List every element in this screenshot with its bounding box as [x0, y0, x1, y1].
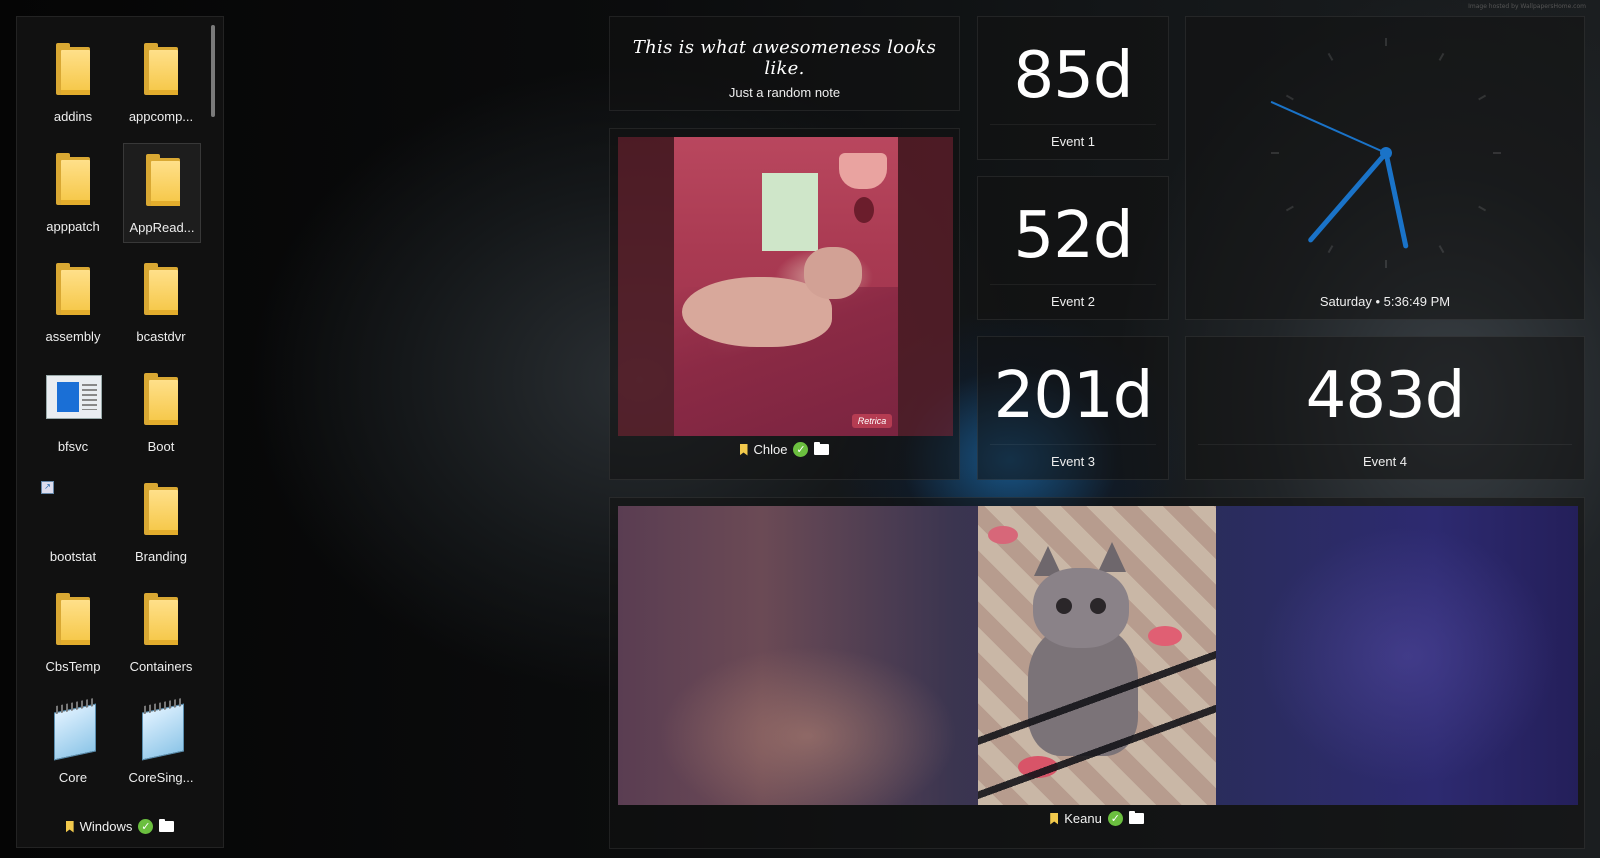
countdown-label: Event 1: [1050, 134, 1096, 149]
desktop-item-label: CoreSing...: [128, 770, 194, 785]
checkmark-icon: ✓: [138, 819, 154, 834]
photo-caption-bar[interactable]: Chloe ✓: [610, 442, 959, 457]
retrica-logo: Retrica: [852, 414, 892, 428]
countdown-value: 85d: [1013, 39, 1133, 113]
countdown-value: 201d: [993, 359, 1154, 433]
photo-caption: Chloe: [753, 442, 788, 457]
desktop-item-bcastdvr[interactable]: bcastdvr: [117, 253, 205, 353]
photo-caption-bar[interactable]: Keanu ✓: [610, 811, 1584, 826]
folder-icon: [144, 43, 178, 95]
notepad-icon: [134, 697, 186, 761]
desktop-item-label: assembly: [45, 329, 101, 344]
clock-tick: [1285, 205, 1294, 212]
countdown-tile-event-2[interactable]: 52d Event 2: [977, 176, 1169, 320]
desktop-item-label: Containers: [129, 659, 193, 674]
desktop-item-bfsvc[interactable]: bfsvc: [29, 363, 117, 463]
countdown-tile-event-1[interactable]: 85d Event 1: [977, 16, 1169, 160]
desktop-item-coresingle[interactable]: CoreSing...: [117, 694, 205, 794]
application-icon: [46, 375, 102, 419]
photo-keanu[interactable]: [618, 506, 1578, 805]
photo-widget-keanu[interactable]: Keanu ✓: [609, 497, 1585, 849]
fence-title-bar[interactable]: Windows ✓: [17, 819, 223, 834]
fence-scrollbar[interactable]: [211, 25, 215, 117]
desktop-item-label: Branding: [134, 549, 188, 564]
countdown-value: 483d: [1305, 359, 1466, 433]
analog-clock: [1270, 38, 1501, 268]
desktop-item-addins[interactable]: addins: [29, 33, 117, 133]
desktop-item-bootstat[interactable]: bootstat: [29, 473, 117, 573]
note-widget[interactable]: This is what awesomeness looks like. Jus…: [609, 16, 960, 111]
desktop-item-label: appcomp...: [128, 109, 194, 124]
notepad-icon: [46, 697, 98, 761]
note-text: This is what awesomeness looks like.: [632, 37, 937, 79]
countdown-value: 52d: [1013, 199, 1133, 273]
desktop-item-label: AppRead...: [129, 220, 195, 235]
desktop-item-label: Boot: [147, 439, 175, 454]
folder-fence[interactable]: addins appcomp... apppatch AppRead... as…: [16, 16, 224, 848]
fence-title: Windows: [79, 819, 133, 834]
folder-icon: [56, 153, 90, 205]
desktop-item-label: bcastdvr: [136, 329, 186, 344]
folder-icon: [144, 263, 178, 315]
cat-photo: Retrica: [674, 137, 898, 436]
clock-datetime: Saturday • 5:36:49 PM: [1319, 294, 1451, 309]
clock-widget[interactable]: Saturday • 5:36:49 PM: [1185, 16, 1585, 320]
desktop-item-label: Core: [58, 770, 88, 785]
desktop-item-containers[interactable]: Containers: [117, 583, 205, 683]
desktop-item-cbstemp[interactable]: CbsTemp: [29, 583, 117, 683]
minute-hand: [1308, 150, 1389, 243]
note-title: Just a random note: [728, 85, 841, 100]
clock-tick: [1327, 245, 1334, 254]
pin-icon[interactable]: [65, 820, 74, 833]
checkmark-icon: ✓: [793, 442, 809, 457]
hour-hand: [1383, 150, 1409, 249]
countdown-tile-event-4[interactable]: 483d Event 4: [1185, 336, 1585, 480]
clock-tick: [1438, 52, 1445, 61]
desktop-item-appcompat[interactable]: appcomp...: [117, 33, 205, 133]
folder-icon: [144, 483, 178, 535]
wallpaper-credit: Image hosted by WallpapersHome.com: [1468, 3, 1586, 10]
second-hand: [1270, 101, 1387, 154]
folder-icon: [146, 154, 180, 206]
desktop-item-label: bfsvc: [57, 439, 89, 454]
desktop-item-core[interactable]: Core: [29, 694, 117, 794]
countdown-label: Event 3: [1050, 454, 1096, 469]
desktop-item-boot[interactable]: Boot: [117, 363, 205, 463]
clock-tick: [1285, 94, 1294, 101]
photo-caption: Keanu: [1064, 811, 1102, 826]
clock-tick: [1478, 94, 1487, 101]
desktop-item-appreadiness[interactable]: AppRead...: [123, 143, 201, 243]
desktop-item-label: bootstat: [49, 549, 97, 564]
photo-chloe[interactable]: Retrica: [618, 137, 953, 436]
clock-hub: [1380, 147, 1392, 159]
desktop-item-apppatch[interactable]: apppatch: [29, 143, 117, 243]
folder-icon: [56, 43, 90, 95]
clock-tick: [1438, 245, 1445, 254]
checkmark-icon: ✓: [1107, 811, 1123, 826]
kitten-photo: [978, 506, 1216, 805]
pin-icon[interactable]: [1050, 812, 1059, 825]
countdown-label: Event 4: [1362, 454, 1408, 469]
folder-open-icon[interactable]: [159, 819, 175, 832]
desktop-item-assembly[interactable]: assembly: [29, 253, 117, 353]
folder-icon: [144, 373, 178, 425]
desktop-item-branding[interactable]: Branding: [117, 473, 205, 573]
clock-tick: [1327, 52, 1334, 61]
desktop-item-label: CbsTemp: [45, 659, 101, 674]
clock-tick: [1478, 205, 1487, 212]
folder-icon: [56, 593, 90, 645]
folder-open-icon[interactable]: [1128, 811, 1144, 824]
photo-widget-chloe[interactable]: Retrica Chloe ✓: [609, 128, 960, 480]
countdown-tile-event-3[interactable]: 201d Event 3: [977, 336, 1169, 480]
folder-icon: [144, 593, 178, 645]
desktop-item-label: apppatch: [46, 219, 100, 234]
folder-open-icon[interactable]: [814, 442, 830, 455]
pin-icon[interactable]: [739, 443, 748, 456]
folder-icon: [56, 263, 90, 315]
countdown-label: Event 2: [1050, 294, 1096, 309]
desktop-item-label: addins: [53, 109, 93, 124]
